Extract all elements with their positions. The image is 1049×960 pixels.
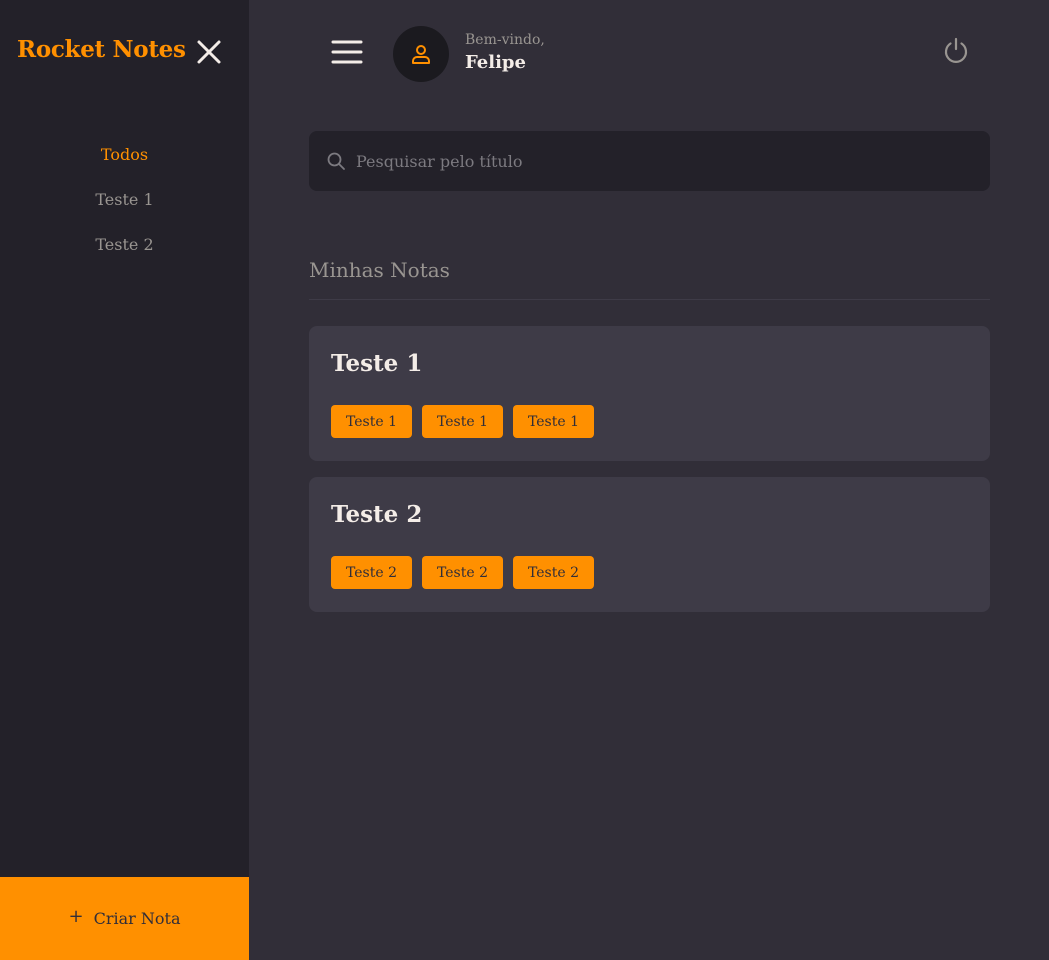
- note-card[interactable]: Teste 2 Teste 2 Teste 2 Teste 2: [309, 477, 990, 612]
- avatar[interactable]: [393, 26, 449, 82]
- search-bar: [309, 131, 990, 191]
- profile-greeting: Bem-vindo, Felipe: [465, 32, 545, 73]
- note-tags: Teste 2 Teste 2 Teste 2: [331, 556, 594, 589]
- power-icon: [944, 37, 968, 63]
- note-tag: Teste 2: [331, 556, 412, 589]
- close-sidebar-button[interactable]: [195, 38, 223, 66]
- section-title: Minhas Notas: [309, 258, 450, 282]
- sidebar-item-todos[interactable]: Todos: [0, 142, 249, 187]
- note-title: Teste 1: [331, 350, 423, 377]
- menu-button[interactable]: [331, 38, 363, 66]
- note-card[interactable]: Teste 1 Teste 1 Teste 1 Teste 1: [309, 326, 990, 461]
- search-icon: [327, 152, 345, 170]
- search-input[interactable]: [356, 151, 956, 171]
- note-tag: Teste 2: [513, 556, 594, 589]
- sidebar-nav: Todos Teste 1 Teste 2: [0, 142, 249, 277]
- plus-icon: +: [68, 906, 84, 927]
- app: Rocket Notes Todos Teste 1 Teste 2 + Cri…: [0, 0, 1049, 960]
- note-tags: Teste 1 Teste 1 Teste 1: [331, 405, 594, 438]
- username[interactable]: Felipe: [465, 52, 545, 73]
- note-tag: Teste 1: [331, 405, 412, 438]
- welcome-text: Bem-vindo,: [465, 32, 545, 48]
- user-icon: [412, 45, 430, 64]
- sidebar-item-teste-1[interactable]: Teste 1: [0, 187, 249, 232]
- brand-title: Rocket Notes: [17, 36, 186, 63]
- note-tag: Teste 1: [422, 405, 503, 438]
- logout-button[interactable]: [940, 34, 972, 66]
- create-note-button[interactable]: + Criar Nota: [0, 877, 249, 960]
- sidebar-item-teste-2[interactable]: Teste 2: [0, 232, 249, 277]
- note-tag: Teste 2: [422, 556, 503, 589]
- sidebar: Rocket Notes Todos Teste 1 Teste 2 + Cri…: [0, 0, 249, 960]
- section-divider: [309, 299, 990, 300]
- close-icon: [197, 40, 221, 64]
- create-note-label: Criar Nota: [93, 909, 181, 928]
- note-tag: Teste 1: [513, 405, 594, 438]
- menu-icon: [331, 40, 363, 64]
- note-title: Teste 2: [331, 501, 423, 528]
